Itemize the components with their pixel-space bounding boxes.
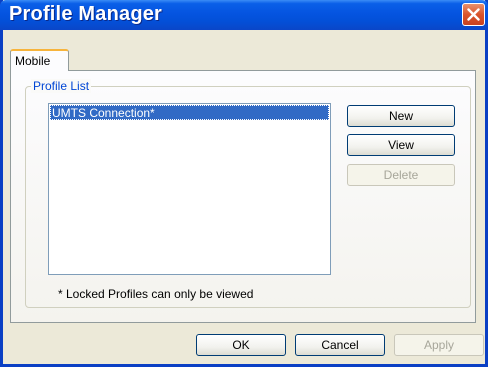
new-button[interactable]: New — [347, 105, 455, 127]
title-bar[interactable]: Profile Manager — [0, 0, 488, 30]
apply-button[interactable]: Apply — [394, 334, 484, 356]
close-button[interactable] — [462, 3, 485, 26]
locked-profiles-note: * Locked Profiles can only be viewed — [58, 287, 254, 301]
cancel-button[interactable]: Cancel — [295, 334, 385, 356]
ok-button[interactable]: OK — [196, 334, 286, 356]
list-item[interactable]: UMTS Connection* — [50, 105, 329, 120]
window-title: Profile Manager — [9, 3, 163, 25]
delete-button[interactable]: Delete — [347, 164, 455, 186]
view-button[interactable]: View — [347, 134, 455, 156]
close-icon — [467, 8, 480, 21]
profile-listbox[interactable]: UMTS Connection* — [48, 103, 331, 275]
tab-mobile-label: Mobile — [15, 54, 51, 68]
tab-mobile[interactable]: Mobile — [10, 49, 69, 71]
profile-list-legend: Profile List — [31, 79, 92, 93]
